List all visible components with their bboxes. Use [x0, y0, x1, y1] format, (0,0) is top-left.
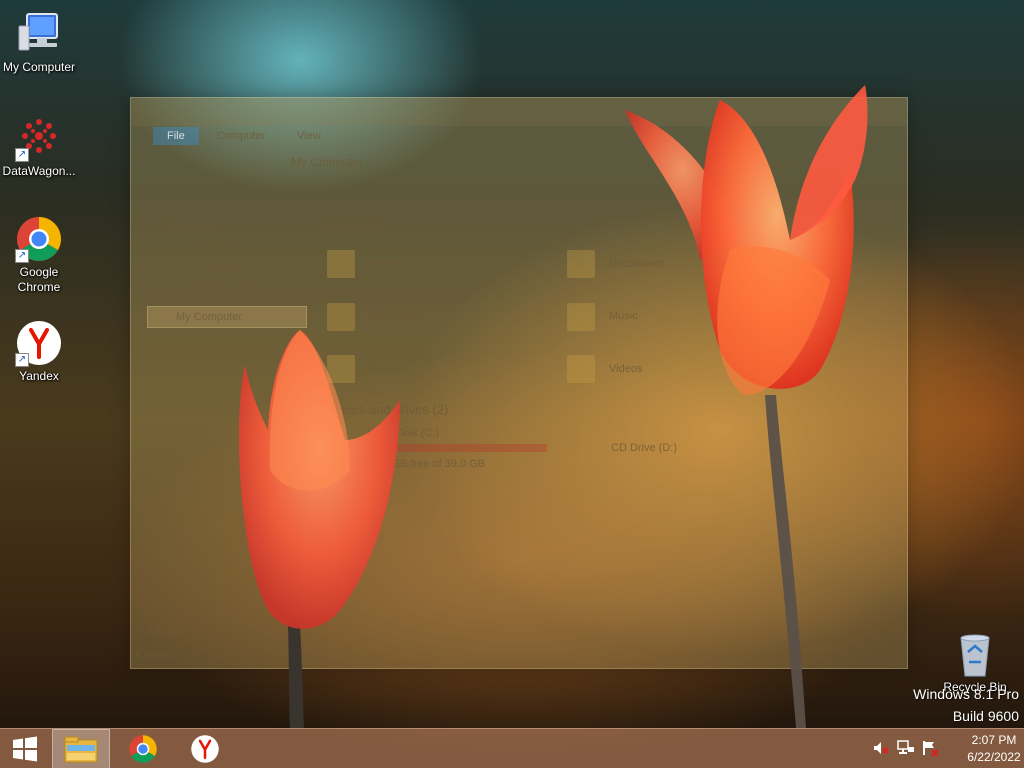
action-center-icon[interactable] — [922, 739, 940, 757]
shortcut-arrow-icon: ↗ — [15, 353, 29, 367]
file-explorer-icon — [64, 736, 98, 763]
taskbar-file-explorer[interactable] — [52, 729, 110, 769]
desktop-icon-datawagon[interactable]: ↗ DataWagon... — [1, 114, 77, 179]
desktop-icon-label: My Computer — [2, 60, 76, 74]
taskbar: 2:07 PM 6/22/2022 — [0, 728, 1024, 769]
datawagon-icon: ↗ — [15, 114, 63, 162]
taskbar-clock[interactable]: 2:07 PM 6/22/2022 — [966, 732, 1022, 766]
shortcut-arrow-icon: ↗ — [15, 148, 29, 162]
volume-muted-icon[interactable] — [872, 739, 890, 757]
chrome-icon — [129, 735, 157, 763]
start-button[interactable] — [0, 729, 50, 769]
wallpaper-tulips — [238, 85, 868, 728]
desktop-icon-my-computer[interactable]: My Computer — [1, 10, 77, 75]
chrome-icon: ↗ — [15, 215, 63, 263]
watermark-build: Build 9600 — [952, 708, 1019, 724]
shortcut-arrow-icon: ↗ — [15, 249, 29, 263]
desktop: File Computer View My Computer Search My… — [0, 0, 1024, 768]
computer-icon — [15, 10, 63, 58]
watermark-edition: Windows 8.1 Pro — [913, 686, 1019, 702]
yandex-icon — [191, 735, 219, 763]
yandex-icon: ↗ — [15, 319, 63, 367]
windows-logo-icon — [13, 736, 37, 762]
desktop-icon-label: Google Chrome — [17, 265, 61, 294]
desktop-icon-label: Yandex — [19, 369, 59, 383]
taskbar-yandex[interactable] — [176, 729, 234, 769]
desktop-icon-google-chrome[interactable]: ↗ Google Chrome — [1, 215, 77, 295]
desktop-icon-label: DataWagon... — [2, 164, 76, 178]
taskbar-google-chrome[interactable] — [114, 729, 172, 769]
clock-date: 6/22/2022 — [967, 750, 1021, 764]
desktop-icon-yandex[interactable]: ↗ Yandex — [1, 319, 77, 384]
clock-time: 2:07 PM — [971, 733, 1017, 747]
network-icon[interactable] — [897, 739, 915, 757]
windows-watermark: Windows 8.1 Pro Build 9600 — [913, 683, 1019, 727]
recycle-bin-icon — [951, 630, 999, 678]
